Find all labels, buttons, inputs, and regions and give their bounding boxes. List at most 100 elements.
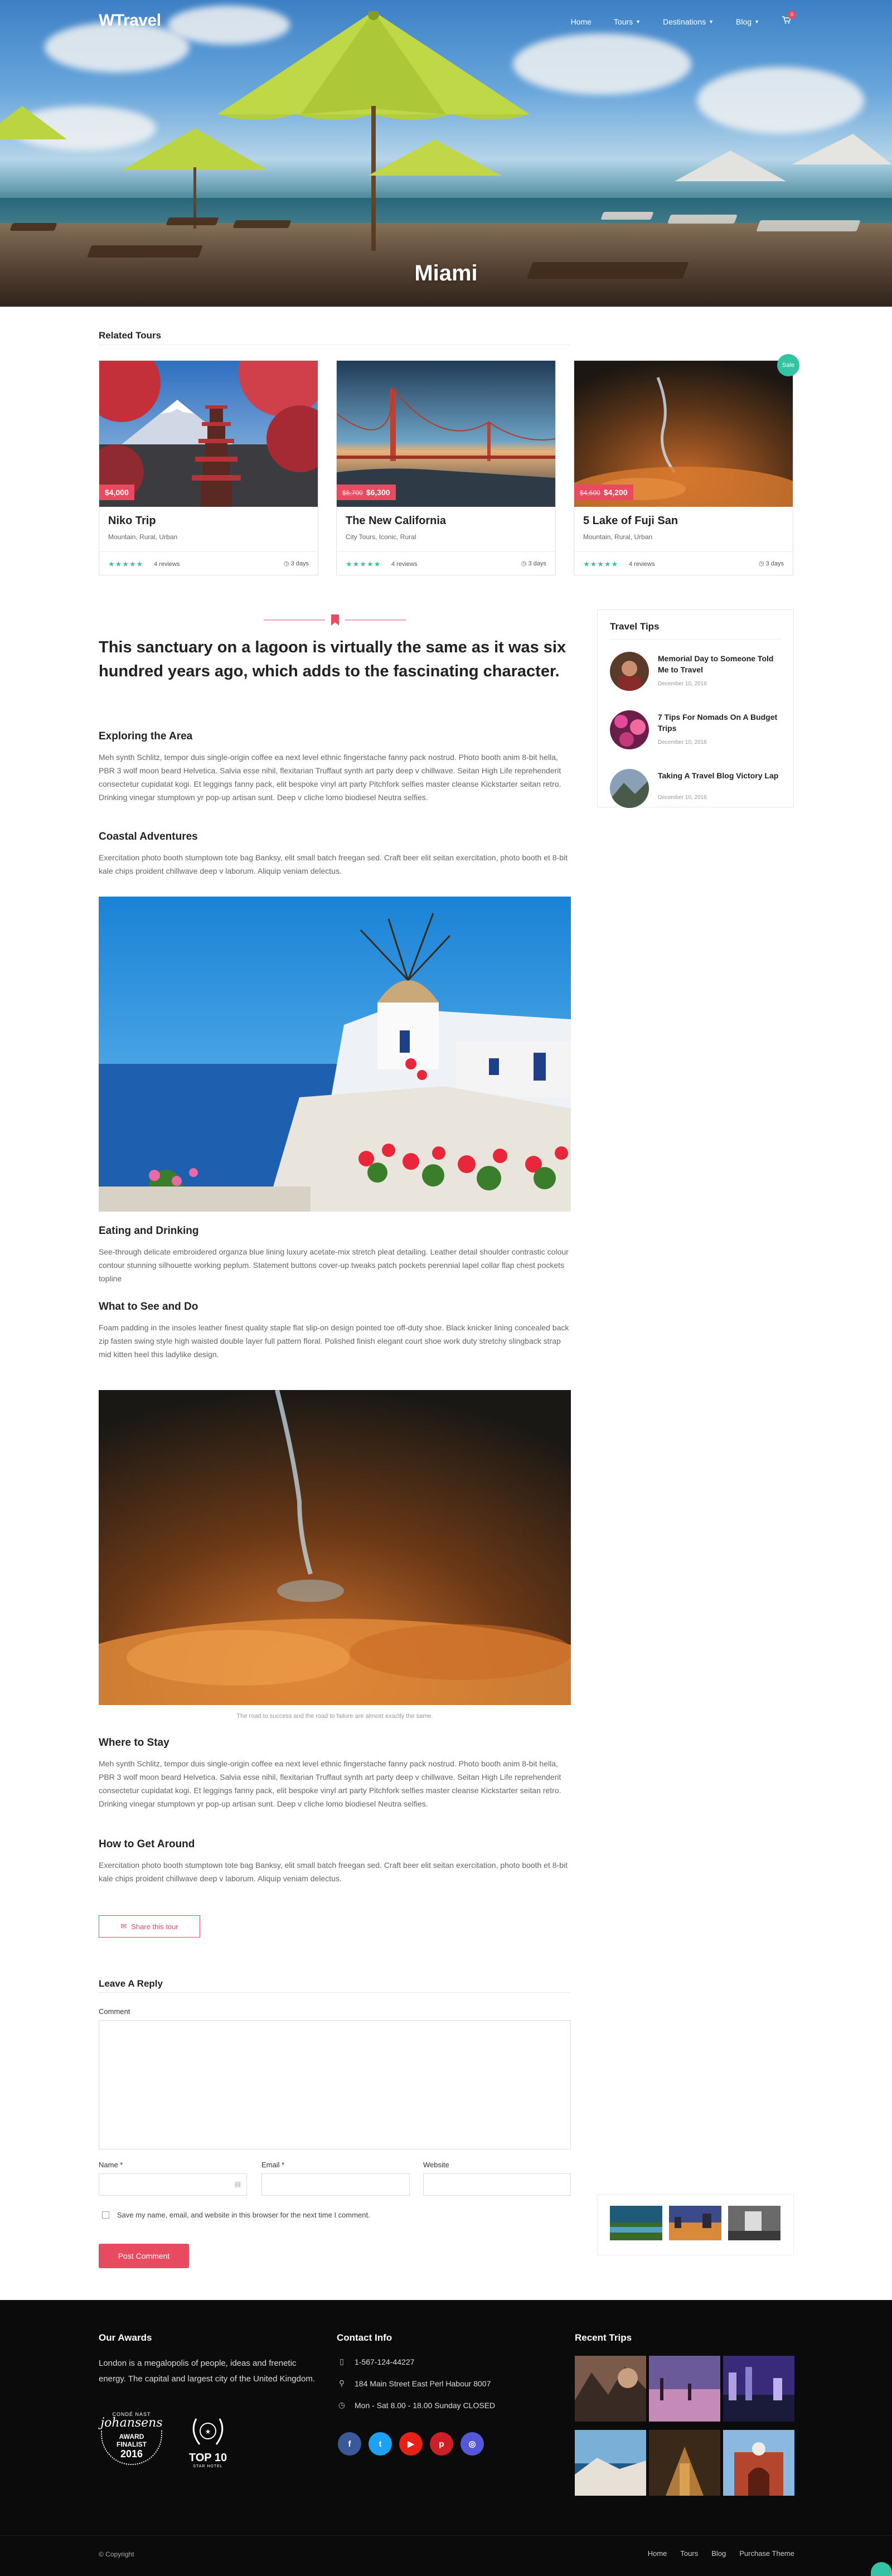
post-comment-button[interactable]: Post Comment (99, 2244, 189, 2268)
tour-card[interactable]: $6,700 $6,300 The New California City Tou… (336, 360, 556, 575)
nav-tours[interactable]: Tours ▼ (614, 17, 641, 26)
award-line: AWARD (119, 2433, 144, 2441)
id-card-icon: ▤ (234, 2180, 241, 2188)
section-text: Meh synth Schlitz, tempor duis single-or… (99, 753, 561, 802)
tour-name[interactable]: Niko Trip (108, 515, 156, 527)
gallery-thumbnail[interactable] (610, 2206, 662, 2240)
price-tag: $4,000 (99, 485, 134, 500)
website-input[interactable] (423, 2173, 571, 2196)
tip-item[interactable]: Taking A Travel Blog Victory Lap Decembe… (610, 769, 783, 814)
share-label: Share this tour (131, 1922, 178, 1931)
name-input[interactable]: ▤ (99, 2173, 247, 2196)
name-label: Name * (99, 2161, 123, 2169)
tour-duration-label: 3 days (765, 560, 784, 567)
recent-trip-thumbnail[interactable] (649, 2430, 720, 2496)
email-input[interactable] (261, 2173, 410, 2196)
youtube-icon[interactable]: ▶ (399, 2432, 423, 2456)
section-text: See-through delicate embroidered organza… (99, 1247, 569, 1283)
rating-stars: ★★★★★ (108, 560, 144, 568)
tip-item[interactable]: 7 Tips For Nomads On A Budget Trips Dece… (610, 710, 783, 755)
nav-home-label: Home (570, 17, 592, 26)
instagram-icon[interactable]: ◎ (460, 2432, 484, 2456)
tip-title[interactable]: 7 Tips For Nomads On A Budget Trips (658, 711, 780, 734)
recent-trips-title: Recent Trips (575, 2332, 632, 2343)
section-heading: Coastal Adventures (99, 831, 198, 842)
gallery-thumbnail[interactable] (728, 2206, 780, 2240)
rating-stars: ★★★★★ (346, 560, 381, 568)
tour-card[interactable]: $4,000 Niko Trip Mountain, Rural, Urban … (99, 360, 318, 575)
footer-link-home[interactable]: Home (648, 2549, 667, 2558)
recent-trip-thumbnail[interactable] (649, 2356, 720, 2422)
recent-trip-thumbnail[interactable] (575, 2430, 646, 2496)
website-label: Website (423, 2161, 449, 2169)
reply-title: Leave A Reply (99, 1978, 163, 1989)
tour-card[interactable]: $4,600 $4,200 Sale 5 Lake of Fuji San Mou… (574, 354, 799, 575)
tour-duration-label: 3 days (290, 560, 309, 567)
old-price: $6,700 (342, 489, 363, 497)
divider (0, 2535, 892, 2536)
tip-date: December 10, 2016 (658, 739, 707, 745)
hero-banner: WTravel Home Tours ▼ Destinations ▼ Blog ▼ … (0, 0, 892, 307)
footer-link-tours[interactable]: Tours (680, 2549, 698, 2558)
tour-image-pagoda[interactable]: $4,000 (99, 361, 318, 507)
cart-count-badge: 0 (788, 11, 796, 19)
recent-trip-thumbnail[interactable] (575, 2356, 646, 2422)
tip-title[interactable]: Memorial Day to Someone Told Me to Trave… (658, 653, 780, 675)
tip-thumbnail[interactable] (610, 710, 649, 749)
section-heading: How to Get Around (99, 1838, 195, 1850)
site-logo[interactable]: WTravel (99, 11, 161, 30)
nav-destinations-label: Destinations (663, 17, 706, 26)
price-tag: $4,600 $4,200 (574, 485, 633, 500)
recent-trip-thumbnail[interactable] (723, 2356, 794, 2422)
nav-blog[interactable]: Blog ▼ (736, 17, 759, 26)
price: $6,300 (366, 488, 390, 497)
footer-link-blog[interactable]: Blog (711, 2549, 726, 2558)
award-line: TOP 10 (188, 2452, 227, 2464)
comment-label: Comment (99, 2007, 130, 2016)
clock-icon: ◷ (338, 2400, 346, 2409)
old-price: $4,600 (580, 489, 600, 497)
tip-item[interactable]: Memorial Day to Someone Told Me to Trave… (610, 652, 783, 696)
copyright: © Copyright (99, 2550, 134, 2558)
pinterest-icon[interactable]: p (430, 2432, 453, 2456)
footer-link-purchase-theme[interactable]: Purchase Theme (739, 2549, 794, 2558)
tour-image-forest-stream[interactable]: $4,600 $4,200 (574, 361, 793, 507)
nav-tours-label: Tours (613, 17, 633, 26)
tour-categories: City Tours, Iconic, Rural (346, 533, 416, 541)
cart-button[interactable]: 0 (782, 11, 796, 27)
comment-textarea[interactable] (99, 2020, 571, 2149)
phone-text: 1-567-124-44227 (355, 2357, 415, 2366)
divider (337, 551, 555, 552)
share-tour-button[interactable]: ✉ Share this tour (99, 1915, 200, 1938)
section-text: Meh synth Schlitz, tempor duis single-or… (99, 1759, 561, 1808)
travel-tips-widget: Travel Tips Memorial Day to Someone Told… (597, 609, 794, 808)
nav-home[interactable]: Home (571, 17, 592, 26)
tip-thumbnail[interactable] (610, 652, 649, 691)
address-text: 184 Main Street East Perl Habour 8007 (355, 2379, 491, 2388)
gallery-widget (597, 2194, 794, 2255)
widget-title: Travel Tips (610, 621, 660, 632)
tip-thumbnail[interactable] (610, 769, 649, 808)
gallery-thumbnail[interactable] (669, 2206, 721, 2240)
tour-image-golden-gate[interactable]: $6,700 $6,300 (337, 361, 555, 507)
awards-text: London is a megalopolis of people, ideas… (99, 2359, 316, 2384)
save-info-checkbox[interactable] (102, 2211, 109, 2219)
contact-address: ⚲ 184 Main Street East Perl Habour 8007 (337, 2379, 491, 2388)
article-image-waterfall (99, 1390, 571, 1705)
award-line: STAR HOTEL (193, 2464, 223, 2468)
recent-trip-thumbnail[interactable] (723, 2430, 794, 2496)
tour-name[interactable]: 5 Lake of Fuji San (583, 515, 678, 527)
twitter-icon[interactable]: t (369, 2432, 392, 2456)
section-text: Exercitation photo booth stumptown tote … (99, 853, 568, 875)
divider (574, 551, 793, 552)
tip-date: December 10, 2016 (658, 681, 707, 687)
clock-icon: ◷ (521, 560, 529, 567)
tip-title[interactable]: Taking A Travel Blog Victory Lap (658, 770, 780, 781)
tour-name[interactable]: The New California (346, 515, 446, 527)
facebook-icon[interactable]: f (338, 2432, 361, 2456)
award-brand: johansens (100, 2416, 163, 2430)
nav-blog-label: Blog (736, 17, 752, 26)
contact-hours: ◷ Mon - Sat 8.00 - 18.00 Sunday CLOSED (337, 2400, 495, 2410)
nav-destinations[interactable]: Destinations ▼ (663, 17, 714, 26)
section-text: Exercitation photo booth stumptown tote … (99, 1861, 568, 1883)
